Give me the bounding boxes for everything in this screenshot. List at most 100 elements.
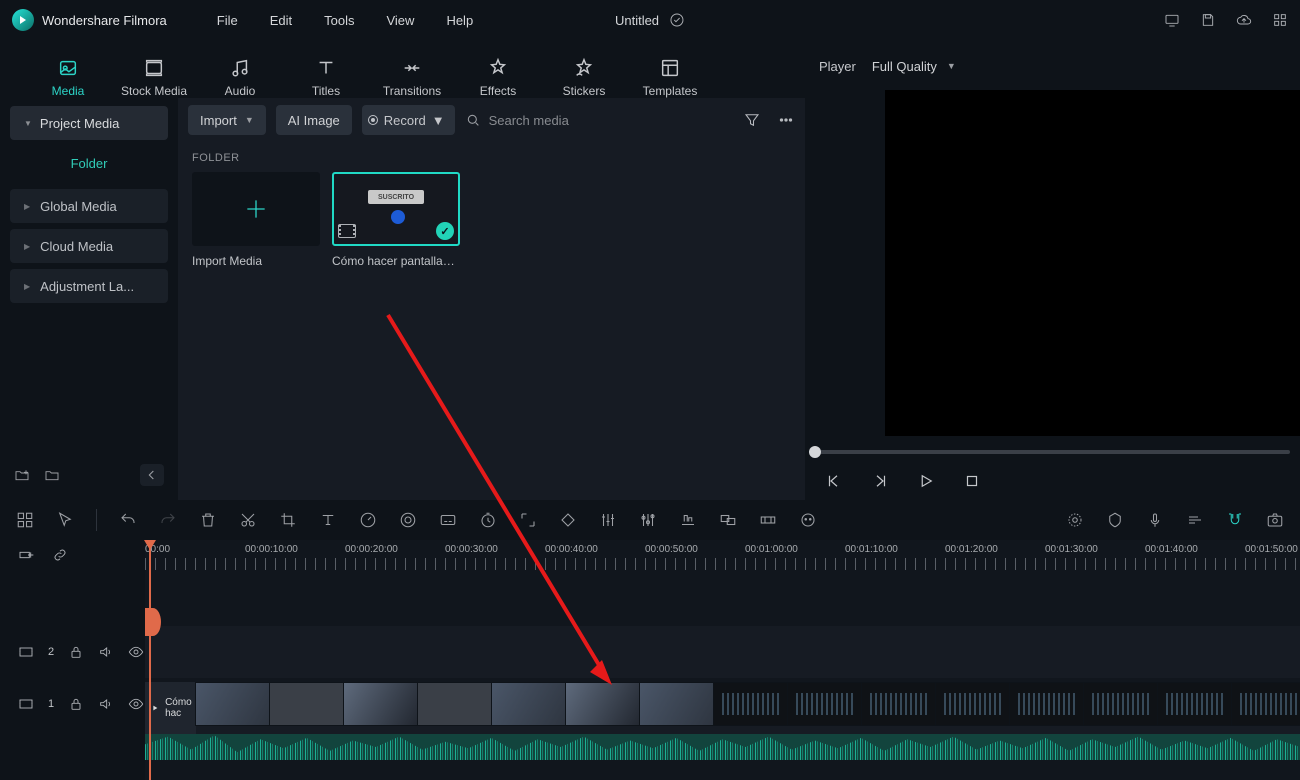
record-button[interactable]: Record ▼ bbox=[362, 105, 455, 135]
quality-selector[interactable]: Full Quality ▼ bbox=[872, 59, 956, 74]
mute-icon[interactable] bbox=[98, 644, 114, 660]
clip-thumbnails[interactable] bbox=[196, 683, 1300, 725]
tab-media[interactable]: Media bbox=[30, 56, 106, 98]
undo-icon[interactable] bbox=[119, 511, 137, 529]
filter-icon[interactable] bbox=[743, 111, 761, 129]
document-title: Untitled bbox=[615, 12, 685, 28]
menu-view[interactable]: View bbox=[386, 13, 414, 28]
menu-tools[interactable]: Tools bbox=[324, 13, 354, 28]
mixer-icon[interactable] bbox=[639, 511, 657, 529]
clip-header[interactable]: Cómo hac bbox=[145, 682, 196, 734]
player-scrubber[interactable] bbox=[815, 450, 1290, 454]
cursor-icon[interactable] bbox=[56, 511, 74, 529]
preview-viewport[interactable] bbox=[885, 90, 1300, 436]
align-icon[interactable] bbox=[679, 511, 697, 529]
search-icon bbox=[465, 112, 481, 128]
track-v1[interactable]: Cómo hac bbox=[145, 682, 1300, 734]
ruler-tick: 00:01:10:00 bbox=[845, 544, 898, 555]
magnetic-icon[interactable] bbox=[1226, 511, 1244, 529]
ai-icon[interactable] bbox=[799, 511, 817, 529]
mute-icon[interactable] bbox=[98, 696, 114, 712]
next-frame-icon[interactable] bbox=[871, 472, 889, 490]
lock-icon[interactable] bbox=[68, 696, 84, 712]
voiceover-icon[interactable] bbox=[1146, 511, 1164, 529]
project-media-button[interactable]: ▼ Project Media bbox=[10, 106, 168, 140]
play-icon[interactable] bbox=[917, 472, 935, 490]
track-icon[interactable] bbox=[759, 511, 777, 529]
search-placeholder: Search media bbox=[489, 113, 569, 128]
tab-stickers-label: Stickers bbox=[563, 84, 606, 98]
tab-transitions[interactable]: Transitions bbox=[374, 56, 450, 98]
track-number: 1 bbox=[48, 698, 54, 710]
tab-effects[interactable]: Effects bbox=[460, 56, 536, 98]
expand-icon[interactable] bbox=[519, 511, 537, 529]
stickers-icon bbox=[572, 56, 596, 80]
ai-image-button[interactable]: AI Image bbox=[276, 105, 352, 135]
more-icon[interactable] bbox=[777, 111, 795, 129]
adjust-icon[interactable] bbox=[599, 511, 617, 529]
speed-icon[interactable] bbox=[359, 511, 377, 529]
snapshot-icon[interactable] bbox=[1266, 511, 1284, 529]
tab-templates[interactable]: Templates bbox=[632, 56, 708, 98]
audio-mixer-icon[interactable] bbox=[1186, 511, 1204, 529]
timeline-tracks[interactable]: 00:00 00:00:10:00 00:00:20:00 00:00:30:0… bbox=[145, 540, 1300, 780]
import-button[interactable]: Import ▼ bbox=[188, 105, 266, 135]
tab-audio[interactable]: Audio bbox=[202, 56, 278, 98]
ruler-tick: 00:00:50:00 bbox=[645, 544, 698, 555]
media-browser: Import ▼ AI Image Record ▼ Search media bbox=[178, 98, 805, 500]
menu-file[interactable]: File bbox=[217, 13, 238, 28]
track-header-v2[interactable]: 2 bbox=[0, 626, 145, 678]
text-icon[interactable] bbox=[319, 511, 337, 529]
visibility-icon[interactable] bbox=[128, 644, 144, 660]
display-icon[interactable] bbox=[1164, 12, 1180, 28]
playhead[interactable] bbox=[149, 540, 151, 780]
marker-icon[interactable] bbox=[1106, 511, 1124, 529]
render-icon[interactable] bbox=[1066, 511, 1084, 529]
link-icon[interactable] bbox=[52, 547, 68, 563]
group-icon[interactable] bbox=[719, 511, 737, 529]
menu-edit[interactable]: Edit bbox=[270, 13, 292, 28]
track-header-v1[interactable]: 1 bbox=[0, 678, 145, 730]
layout-icon[interactable] bbox=[16, 511, 34, 529]
timer-icon[interactable] bbox=[479, 511, 497, 529]
track-v2[interactable] bbox=[145, 626, 1300, 678]
folder-label[interactable]: Folder bbox=[10, 146, 168, 183]
stop-icon[interactable] bbox=[963, 472, 981, 490]
redo-icon[interactable] bbox=[159, 511, 177, 529]
tab-titles[interactable]: Titles bbox=[288, 56, 364, 98]
ruler-tick: 00:00:20:00 bbox=[345, 544, 398, 555]
lock-icon[interactable] bbox=[68, 644, 84, 660]
folder-icon[interactable] bbox=[44, 467, 60, 483]
collapse-sidebar-button[interactable] bbox=[140, 464, 164, 486]
time-ruler[interactable]: 00:00 00:00:10:00 00:00:20:00 00:00:30:0… bbox=[145, 540, 1300, 570]
save-icon[interactable] bbox=[1200, 12, 1216, 28]
media-clip-tile[interactable]: SUSCRITO ✓ Cómo hacer pantallas ... bbox=[332, 172, 460, 268]
tab-stock-media[interactable]: Stock Media bbox=[116, 56, 192, 98]
playhead-handle[interactable] bbox=[145, 608, 161, 636]
import-media-tile[interactable]: Import Media bbox=[192, 172, 320, 268]
delete-icon[interactable] bbox=[199, 511, 217, 529]
apps-grid-icon[interactable] bbox=[1272, 12, 1288, 28]
prev-frame-icon[interactable] bbox=[825, 472, 843, 490]
record-label: Record bbox=[384, 113, 426, 128]
import-tile-label: Import Media bbox=[192, 254, 320, 268]
sidebar-item-global-media[interactable]: ▶ Global Media bbox=[10, 189, 168, 223]
cut-icon[interactable] bbox=[239, 511, 257, 529]
visibility-icon[interactable] bbox=[128, 696, 144, 712]
keyframe-icon[interactable] bbox=[559, 511, 577, 529]
add-track-icon[interactable] bbox=[18, 547, 34, 563]
chevron-right-icon: ▶ bbox=[24, 202, 30, 211]
search-input[interactable]: Search media bbox=[465, 112, 733, 128]
menu-help[interactable]: Help bbox=[446, 13, 473, 28]
player-panel: Player Full Quality ▼ bbox=[805, 40, 1300, 500]
caption-icon[interactable] bbox=[439, 511, 457, 529]
new-folder-icon[interactable] bbox=[14, 467, 30, 483]
sidebar-item-adjustment-layer[interactable]: ▶ Adjustment La... bbox=[10, 269, 168, 303]
crop-icon[interactable] bbox=[279, 511, 297, 529]
color-icon[interactable] bbox=[399, 511, 417, 529]
sidebar-item-cloud-media[interactable]: ▶ Cloud Media bbox=[10, 229, 168, 263]
tab-stickers[interactable]: Stickers bbox=[546, 56, 622, 98]
suscrito-badge: SUSCRITO bbox=[368, 190, 424, 204]
cloud-upload-icon[interactable] bbox=[1236, 12, 1252, 28]
audio-waveform[interactable] bbox=[145, 734, 1300, 760]
